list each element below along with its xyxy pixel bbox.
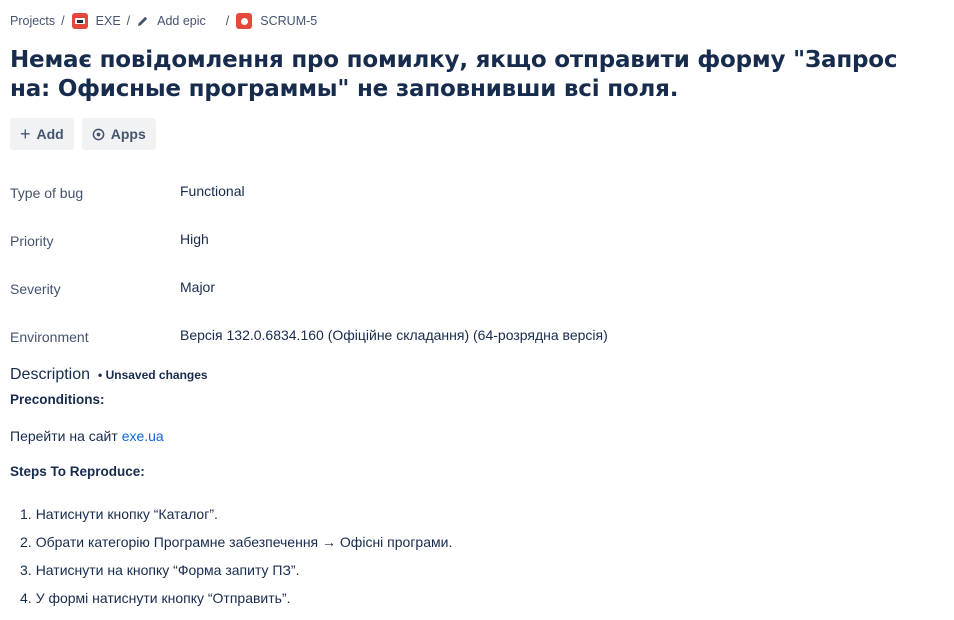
list-item: 3. Натиснути на кнопку “Форма запиту ПЗ”…	[10, 556, 452, 584]
issue-page: Projects / EXE / Add epic / SCRUM-5 Нема…	[0, 0, 954, 620]
field-value[interactable]: Major	[180, 274, 215, 322]
unsaved-changes-indicator: • Unsaved changes	[98, 368, 208, 382]
pencil-icon	[137, 14, 151, 28]
breadcrumb-issue-key[interactable]: SCRUM-5	[260, 14, 317, 28]
project-avatar-icon	[71, 13, 88, 29]
step-number: 3.	[20, 562, 32, 578]
bug-icon	[236, 13, 253, 29]
precondition-text: Перейти на сайт	[10, 428, 122, 444]
apps-icon	[92, 128, 105, 141]
add-button[interactable]: + Add	[10, 118, 74, 150]
precondition-paragraph: Перейти на сайт exe.ua	[10, 428, 164, 444]
breadcrumb-separator: /	[126, 14, 131, 28]
field-value[interactable]: High	[180, 226, 209, 274]
step-text: Натиснути на кнопку “Форма запиту ПЗ”.	[35, 562, 300, 578]
step-number: 1.	[20, 506, 32, 522]
steps-heading: Steps To Reproduce:	[10, 464, 145, 479]
description-title: Description	[10, 366, 91, 383]
list-item: 2. Обрати категорію Програмне забезпечен…	[10, 528, 452, 556]
plus-icon: +	[20, 123, 31, 144]
step-text: У формі натиснути кнопку “Отправить”.	[35, 590, 291, 606]
step-number: 2.	[20, 534, 32, 550]
site-link[interactable]: exe.ua	[122, 428, 164, 444]
field-priority: Priority High	[10, 226, 910, 274]
issue-title[interactable]: Немає повідомлення про помилку, якщо отп…	[10, 46, 940, 104]
field-type-of-bug: Type of bug Functional	[10, 178, 910, 226]
action-bar: + Add Apps	[10, 118, 156, 150]
field-label: Priority	[10, 233, 54, 249]
step-number: 4.	[20, 590, 32, 606]
apps-button-label: Apps	[110, 126, 146, 142]
apps-button[interactable]: Apps	[81, 118, 156, 150]
breadcrumb-projects[interactable]: Projects	[10, 14, 55, 28]
preconditions-heading: Preconditions:	[10, 392, 105, 407]
field-label: Environment	[10, 329, 89, 345]
step-text: Обрати категорію Програмне забезпечення …	[35, 534, 453, 550]
breadcrumb-add-epic[interactable]: Add epic	[157, 14, 206, 28]
issue-fields: Type of bug Functional Priority High Sev…	[10, 178, 910, 370]
steps-list: 1. Натиснути кнопку “Каталог”. 2. Обрати…	[10, 500, 452, 612]
breadcrumb-separator: /	[225, 14, 230, 28]
add-button-label: Add	[36, 126, 64, 142]
list-item: 4. У формі натиснути кнопку “Отправить”.	[10, 584, 452, 612]
list-item: 1. Натиснути кнопку “Каталог”.	[10, 500, 452, 528]
breadcrumb-project[interactable]: EXE	[96, 14, 121, 28]
field-value[interactable]: Functional	[180, 178, 245, 226]
field-label: Type of bug	[10, 185, 84, 201]
field-value[interactable]: Версія 132.0.6834.160 (Офіційне складанн…	[180, 322, 608, 370]
breadcrumb-separator: /	[61, 14, 65, 28]
description-header: Description • Unsaved changes	[10, 366, 208, 384]
field-environment: Environment Версія 132.0.6834.160 (Офіці…	[10, 322, 910, 370]
field-severity: Severity Major	[10, 274, 910, 322]
breadcrumb: Projects / EXE / Add epic / SCRUM-5	[10, 11, 317, 31]
field-label: Severity	[10, 281, 61, 297]
step-text: Натиснути кнопку “Каталог”.	[35, 506, 218, 522]
